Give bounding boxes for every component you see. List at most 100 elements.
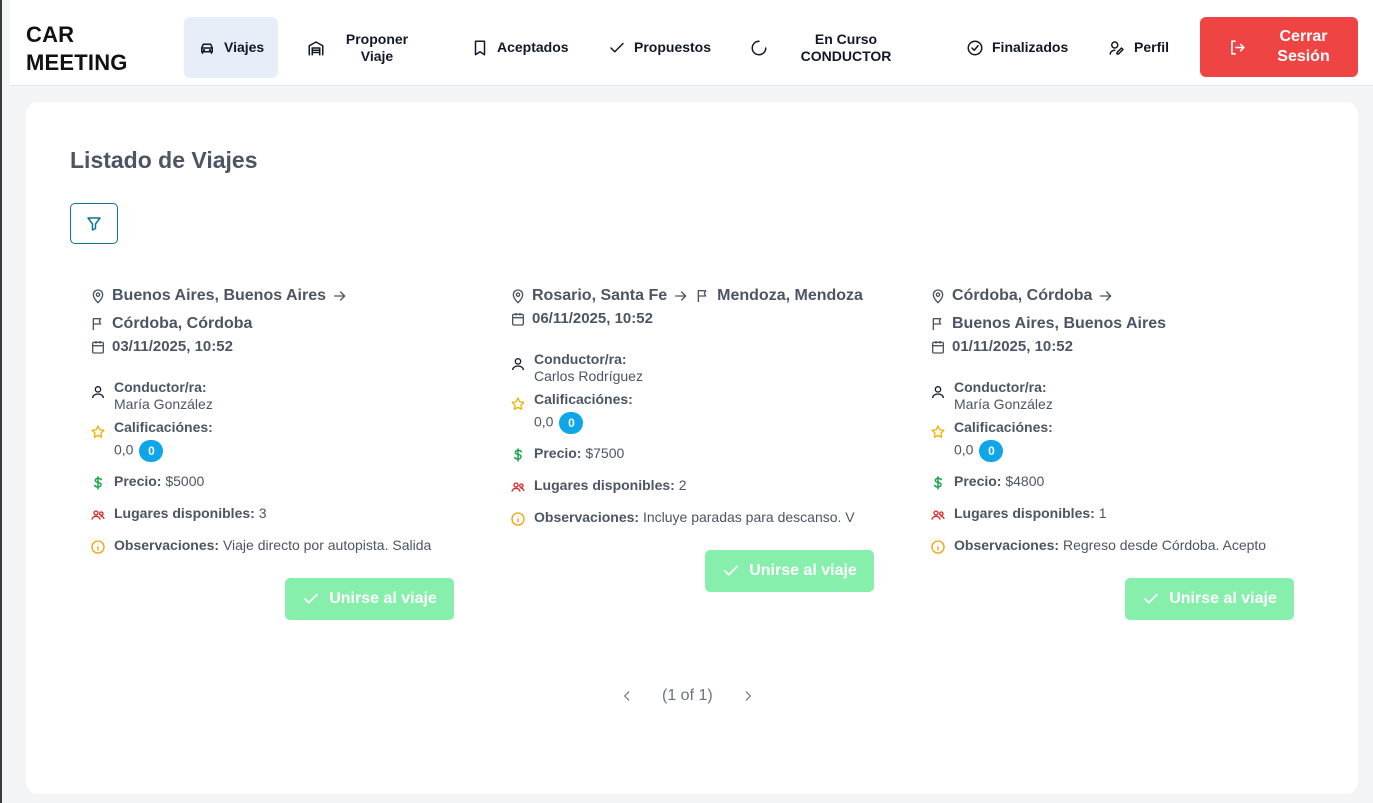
arrow-right-icon bbox=[333, 291, 346, 301]
sign-out-icon bbox=[1231, 39, 1245, 55]
notes-value: Incluye paradas para descanso. V bbox=[642, 509, 855, 525]
price-value: $4800 bbox=[1005, 473, 1045, 489]
main-content: Listado de Viajes Buenos Aires, Buenos A… bbox=[26, 102, 1358, 794]
price-label: Precio: bbox=[114, 473, 162, 489]
join-trip-button[interactable]: Unirse al viaje bbox=[285, 578, 454, 620]
driver-row: Conductor/ra: Carlos Rodríguez bbox=[510, 351, 875, 385]
filter-button[interactable] bbox=[70, 203, 118, 244]
nav-perfil-label: Perfil bbox=[1134, 39, 1170, 55]
check-icon bbox=[724, 565, 739, 576]
seats-value: 2 bbox=[678, 477, 687, 493]
logout-button[interactable]: Cerrar Sesión bbox=[1200, 17, 1358, 77]
driver-row: Conductor/ra: María González bbox=[90, 379, 455, 413]
user-icon bbox=[932, 386, 944, 399]
users-icon bbox=[511, 482, 525, 492]
price-row: Precio: $4800 bbox=[930, 468, 1295, 494]
ratings-label: Calificaciónes: bbox=[114, 419, 213, 435]
rating-count-badge: 0 bbox=[139, 440, 164, 462]
chevron-left-icon[interactable] bbox=[620, 689, 634, 703]
nav-perfil[interactable]: Perfil bbox=[1094, 17, 1183, 78]
page-title: Listado de Viajes bbox=[70, 147, 258, 173]
dollar-icon bbox=[93, 476, 103, 490]
seats-label: Lugares disponibles: bbox=[534, 477, 675, 493]
join-trip-button[interactable]: Unirse al viaje bbox=[705, 550, 874, 592]
car-icon bbox=[201, 43, 213, 54]
seats-row: Lugares disponibles: 2 bbox=[510, 472, 875, 498]
join-label: Unirse al viaje bbox=[1169, 590, 1277, 607]
ratings-label: Calificaciónes: bbox=[954, 419, 1053, 435]
dollar-icon bbox=[933, 476, 943, 490]
driver-name: María González bbox=[954, 396, 1053, 412]
nav-proponer-line2: Viaje bbox=[360, 47, 394, 64]
driver-label: Conductor/ra: bbox=[954, 379, 1047, 395]
user-icon bbox=[512, 358, 524, 371]
trip-route-origin: Buenos Aires, Buenos Aires bbox=[90, 282, 455, 310]
logout-line1: Cerrar bbox=[1279, 28, 1328, 45]
seats-label: Lugares disponibles: bbox=[954, 505, 1095, 521]
nav-propuestos[interactable]: Propuestos bbox=[594, 17, 725, 78]
nav-finalizados-label: Finalizados bbox=[992, 39, 1069, 55]
flag-icon bbox=[932, 318, 942, 330]
trip-route-destination: Córdoba, Córdoba bbox=[90, 310, 455, 338]
nav-proponer-line1: Proponer bbox=[345, 30, 409, 47]
nav-propuestos-label: Propuestos bbox=[634, 39, 712, 55]
nav-en-curso[interactable]: En Curso CONDUCTOR bbox=[736, 17, 908, 78]
trip-date-row: 06/11/2025, 10:52 bbox=[510, 310, 875, 327]
price-label: Precio: bbox=[954, 473, 1002, 489]
trip-origin: Rosario, Santa Fe bbox=[532, 287, 668, 304]
page-indicator: (1 of 1) bbox=[662, 687, 713, 704]
arrow-right-icon bbox=[1100, 291, 1113, 301]
nav-viajes[interactable]: Viajes bbox=[184, 17, 279, 78]
logo-line-1: CAR bbox=[26, 22, 75, 47]
loading-icon bbox=[751, 40, 767, 55]
map-pin-icon bbox=[932, 289, 944, 304]
flag-icon bbox=[697, 290, 707, 302]
calendar-icon bbox=[932, 340, 944, 354]
check-circle-icon bbox=[967, 40, 983, 55]
join-label: Unirse al viaje bbox=[329, 590, 437, 607]
trip-date: 01/11/2025, 10:52 bbox=[952, 338, 1073, 355]
chevron-right-icon[interactable] bbox=[741, 689, 755, 703]
map-pin-icon bbox=[512, 289, 524, 304]
filter-icon bbox=[87, 216, 101, 231]
map-pin-icon bbox=[92, 289, 104, 304]
driver-name: María González bbox=[114, 396, 213, 412]
trip-date-row: 01/11/2025, 10:52 bbox=[930, 338, 1295, 355]
notes-value: Viaje directo por autopista. Salida bbox=[222, 537, 432, 553]
user-edit-icon bbox=[1109, 40, 1124, 55]
notes-row: Observaciones: Incluye paradas para desc… bbox=[510, 504, 875, 530]
nav-viajes-label: Viajes bbox=[224, 39, 265, 55]
notes-label: Observaciones: bbox=[954, 537, 1060, 553]
top-navbar: CAR MEETING Viajes Proponer Viaje Acepta… bbox=[10, 0, 1373, 86]
nav-aceptados[interactable]: Aceptados bbox=[457, 17, 583, 78]
notes-row: Observaciones: Viaje directo por autopis… bbox=[90, 532, 455, 558]
info-icon bbox=[511, 512, 525, 526]
flag-icon bbox=[92, 318, 102, 330]
users-icon bbox=[91, 510, 105, 520]
seats-row: Lugares disponibles: 3 bbox=[90, 500, 455, 526]
rating-row: Calificaciónes: 0,0 0 bbox=[510, 391, 875, 434]
logo-line-2: MEETING bbox=[26, 50, 128, 75]
nav-aceptados-label: Aceptados bbox=[497, 39, 569, 55]
trip-route-origin: Córdoba, Córdoba bbox=[930, 282, 1295, 310]
join-trip-button[interactable]: Unirse al viaje bbox=[1125, 578, 1294, 620]
trip-date-row: 03/11/2025, 10:52 bbox=[90, 338, 455, 355]
nav-proponer-viaje[interactable]: Proponer Viaje bbox=[293, 17, 435, 78]
window-edge bbox=[0, 0, 2, 803]
user-icon bbox=[92, 386, 104, 399]
trip-destination: Buenos Aires, Buenos Aires bbox=[952, 315, 1166, 332]
check-icon bbox=[1144, 593, 1159, 604]
nav-finalizados[interactable]: Finalizados bbox=[952, 17, 1082, 78]
trip-destination: Mendoza, Mendoza bbox=[717, 287, 863, 304]
rating-count-badge: 0 bbox=[559, 412, 584, 434]
seats-row: Lugares disponibles: 1 bbox=[930, 500, 1295, 526]
notes-label: Observaciones: bbox=[534, 509, 640, 525]
trip-info: Conductor/ra: María González Calificación… bbox=[930, 379, 1295, 558]
ratings-label: Calificaciónes: bbox=[534, 391, 633, 407]
trip-route-origin: Rosario, Santa Fe Mendoza, Mendoza bbox=[510, 282, 875, 310]
trip-date: 06/11/2025, 10:52 bbox=[532, 310, 653, 327]
app-logo[interactable]: CAR MEETING bbox=[26, 21, 128, 77]
price-value: $7500 bbox=[585, 445, 625, 461]
star-icon bbox=[511, 397, 525, 410]
calendar-icon bbox=[512, 312, 524, 326]
